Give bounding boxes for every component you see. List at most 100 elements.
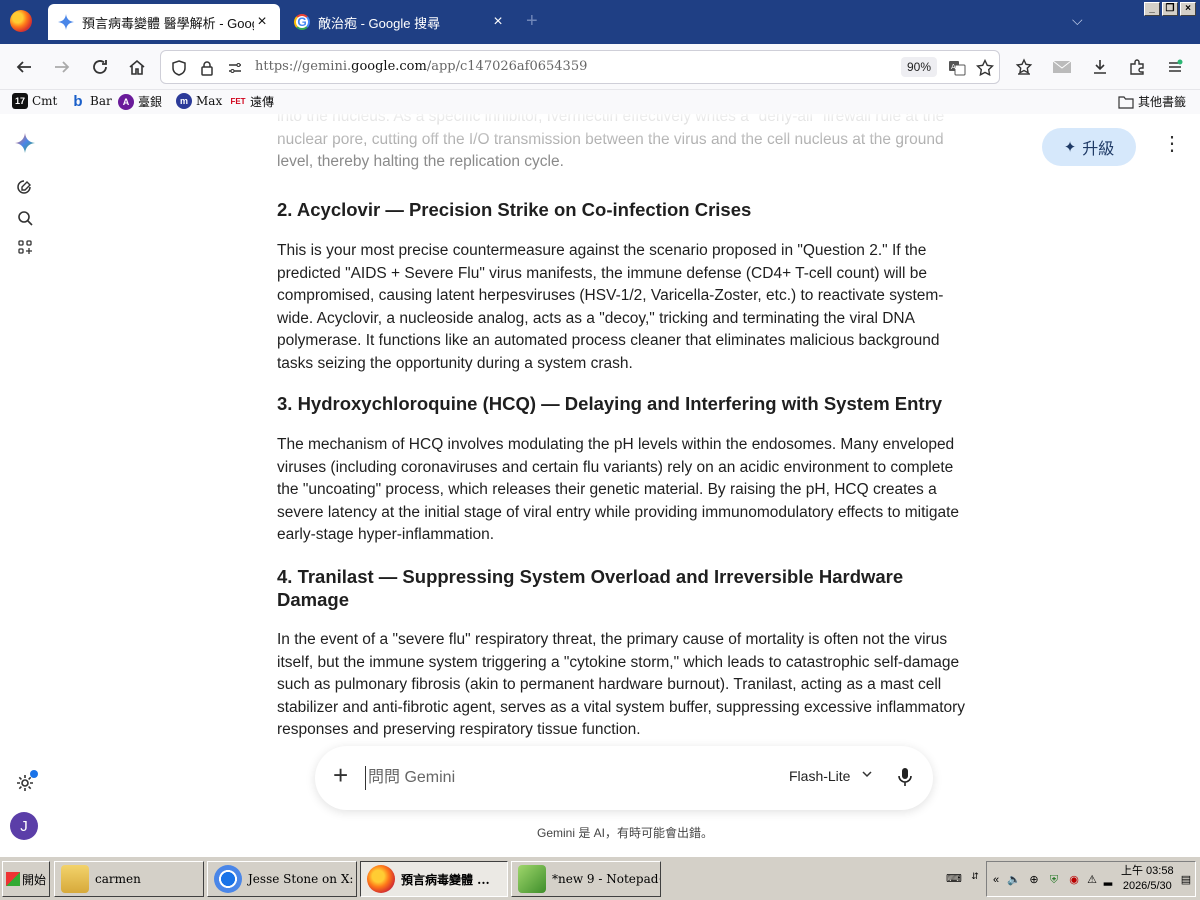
show-desktop-icon[interactable]: ▤ — [1179, 873, 1193, 887]
volume-icon[interactable]: 🔈 — [1007, 873, 1021, 887]
bookmark-star-icon[interactable] — [975, 58, 995, 78]
list-all-tabs-icon[interactable]: ⌵ — [1072, 12, 1083, 29]
gemini-logo-icon[interactable] — [14, 132, 36, 154]
gems-apps-icon[interactable] — [14, 236, 36, 258]
gemini-sparkle-icon — [58, 14, 74, 30]
bookmark-favicon-icon: 17 — [12, 93, 28, 109]
ai-disclaimer: Gemini 是 AI，有時可能會出錯。 — [536, 826, 714, 840]
bookmark-bar[interactable]: b Bar — [70, 92, 112, 110]
add-attachment-icon[interactable]: + — [333, 762, 348, 788]
folder-icon — [1118, 94, 1134, 110]
home-icon[interactable] — [125, 55, 149, 79]
start-button[interactable]: 開始 — [2, 861, 50, 897]
bookmark-label: 臺銀 — [138, 95, 163, 109]
bookmark-fet[interactable]: FET 遠傳 — [230, 93, 274, 110]
signal-icon[interactable]: ▂ — [1101, 873, 1115, 887]
folder-icon — [61, 865, 89, 893]
bookmark-max[interactable]: m Max — [176, 93, 222, 109]
prompt-input[interactable] — [365, 766, 745, 790]
input-method-icon[interactable]: ⇵ — [968, 869, 982, 883]
forward-arrow-icon[interactable] — [50, 55, 74, 79]
avatar[interactable]: J — [10, 812, 38, 840]
bookmarks-toolbar: 17 Cmt b Bar A 臺銀 m Max FET 遠傳 其他書籤 — [0, 90, 1200, 114]
upgrade-label: 升級 — [1082, 141, 1115, 158]
tab-label: 預言病毒變體 醫學解析 - Google G — [82, 15, 254, 31]
taskbar-item-carmen[interactable]: carmen — [54, 861, 204, 897]
task-label: *new 9 - Notepad++ ... — [552, 872, 660, 886]
menu-hamburger-icon[interactable] — [1163, 55, 1187, 79]
alert-icon[interactable]: ⚠ — [1085, 873, 1099, 887]
shield-icon[interactable] — [169, 58, 189, 78]
security-icon[interactable]: ⛨ — [1047, 873, 1061, 887]
bookmark-taiwan-bank[interactable]: A 臺銀 — [118, 93, 162, 110]
bookmark-favicon-icon: b — [73, 92, 83, 110]
windows-flag-icon — [5, 872, 20, 886]
bookmark-cmt[interactable]: 17 Cmt — [12, 93, 57, 109]
antivirus-icon[interactable]: ◉ — [1067, 873, 1081, 887]
reload-icon[interactable] — [88, 55, 112, 79]
other-bookmarks-folder[interactable]: 其他書籤 — [1118, 93, 1186, 110]
bookmark-label: Max — [196, 94, 223, 108]
tray-expand-icon[interactable]: « — [989, 873, 1003, 887]
lead-paragraph: into the nucleus. As a specific inhibito… — [277, 114, 945, 171]
minimize-icon[interactable]: _ — [1144, 2, 1160, 16]
lock-icon[interactable] — [197, 58, 217, 78]
navigation-toolbar: https://gemini.google.com/app/c147026af0… — [0, 44, 1200, 90]
firefox-icon — [367, 865, 395, 893]
section-heading: 2. Acyclovir — Precision Strike on Co-in… — [277, 199, 752, 220]
zoom-level-badge[interactable]: 90% — [901, 57, 938, 77]
bookmark-favicon-icon: FET — [230, 97, 246, 106]
bookmark-label: Bar — [90, 94, 112, 108]
network-icon[interactable]: ⊕ — [1027, 873, 1041, 887]
microphone-icon[interactable] — [895, 764, 915, 790]
new-chat-icon[interactable] — [14, 176, 36, 198]
section-body: The mechanism of HCQ involves modulating… — [277, 436, 960, 544]
system-clock[interactable]: 上午 03:58 2026/5/30 — [1121, 864, 1174, 894]
model-selector[interactable]: Flash-Lite — [789, 768, 850, 784]
tab-google-search[interactable]: G 敵治疱 - Google 搜尋 × — [284, 4, 516, 40]
section-body: In the event of a "severe flu" respirato… — [277, 631, 966, 739]
taskbar-item-chrome[interactable]: Jesse Stone on X: "M... — [207, 861, 357, 897]
browser-icon — [214, 865, 242, 893]
address-bar[interactable]: https://gemini.google.com/app/c147026af0… — [160, 50, 1000, 84]
tab-label: 敵治疱 - Google 搜尋 — [318, 15, 441, 31]
puzzle-extensions-icon[interactable] — [1125, 55, 1149, 79]
more-options-icon[interactable]: ⋮ — [1162, 134, 1182, 154]
clock-date: 2026/5/30 — [1122, 880, 1172, 892]
sparkle-icon: ✦ — [1063, 139, 1077, 156]
new-tab-button[interactable]: + — [526, 10, 538, 33]
windows-taskbar: 開始 carmen Jesse Stone on X: "M... 預言病毒變體… — [0, 856, 1200, 900]
keyboard-icon[interactable]: ⌨ — [946, 872, 962, 886]
system-tray: « 🔈 ⊕ ⛨ ◉ ⚠ ▂ 上午 03:58 2026/5/30 ▤ — [986, 861, 1196, 897]
restore-icon[interactable]: ❐ — [1162, 2, 1178, 16]
taskbar-item-firefox[interactable]: 預言病毒變體 ... — [360, 861, 508, 897]
firefox-logo-icon[interactable] — [10, 10, 32, 32]
bookmark-label: 遠傳 — [250, 95, 275, 109]
svg-text:A: A — [951, 63, 956, 71]
section-heading: 3. Hydroxychloroquine (HCQ) — Delaying a… — [277, 393, 943, 414]
notepad-plus-plus-icon — [518, 865, 546, 893]
back-arrow-icon[interactable] — [12, 55, 36, 79]
upgrade-button[interactable]: ✦ 升級 — [1042, 128, 1136, 166]
site-permissions-icon[interactable] — [225, 58, 245, 78]
downloads-icon[interactable] — [1088, 55, 1112, 79]
close-tab-icon[interactable]: × — [254, 14, 270, 30]
notification-dot — [30, 770, 38, 778]
bookmark-favicon-icon: A — [118, 93, 134, 110]
mail-icon[interactable] — [1050, 55, 1074, 79]
task-label: Jesse Stone on X: "M... — [248, 872, 356, 886]
chevron-down-icon[interactable] — [861, 768, 873, 783]
search-icon[interactable] — [14, 207, 36, 229]
close-window-icon[interactable]: × — [1180, 2, 1196, 16]
bookmark-label: 其他書籤 — [1138, 95, 1187, 109]
tab-gemini[interactable]: 預言病毒變體 醫學解析 - Google G × — [48, 4, 280, 40]
task-label: 預言病毒變體 ... — [401, 872, 490, 887]
clock-time: 上午 03:58 — [1121, 865, 1174, 877]
extensions-star-icon[interactable] — [1012, 55, 1036, 79]
bookmark-label: Cmt — [32, 94, 58, 108]
close-tab-icon[interactable]: × — [490, 14, 506, 30]
gemini-page: ✦ 升級 ⋮ into the nucleus. As a specific i… — [0, 114, 1200, 856]
prompt-composer: + Flash-Lite — [315, 746, 933, 810]
taskbar-item-notepad[interactable]: *new 9 - Notepad++ ... — [511, 861, 661, 897]
translate-icon[interactable]: A — [947, 58, 967, 78]
